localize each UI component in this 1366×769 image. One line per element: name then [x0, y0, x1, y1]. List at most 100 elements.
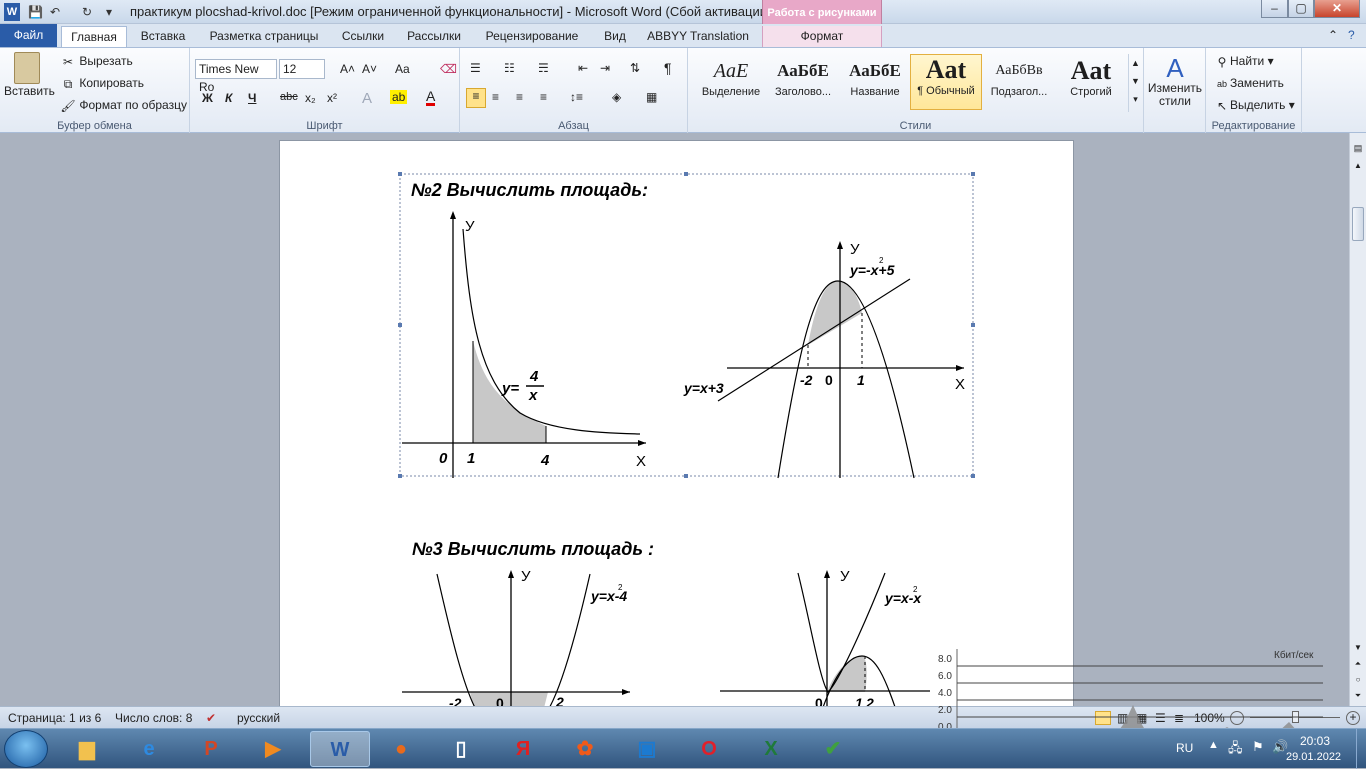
firefox-icon[interactable]: ●: [374, 731, 428, 767]
flag-tray-icon[interactable]: ⚑: [1252, 739, 1264, 755]
language-tray[interactable]: RU: [1176, 741, 1193, 755]
next-page-icon[interactable]: ⏷: [1352, 691, 1364, 701]
bullets-icon[interactable]: ☰: [470, 61, 481, 75]
network-tray-icon[interactable]: 🖧: [1228, 739, 1243, 761]
scroll-up-icon[interactable]: ▲: [1352, 161, 1364, 170]
align-left-icon[interactable]: ≡: [466, 88, 486, 108]
tab-review[interactable]: Рецензирование: [476, 26, 588, 47]
video-app-icon[interactable]: ✿: [558, 731, 612, 767]
network-globe-icon[interactable]: ✔: [806, 731, 860, 767]
redo-icon[interactable]: ↻: [82, 3, 92, 21]
format-painter-button[interactable]: 🖌 Формат по образцу: [60, 98, 187, 114]
word-taskbar-button[interactable]: W: [310, 731, 370, 767]
show-desktop-button[interactable]: [1356, 729, 1366, 769]
document-page[interactable]: №2 Вычислить площадь: У Х у= 4 x 0 1 4 У…: [279, 140, 1074, 706]
tab-view[interactable]: Вид: [594, 26, 636, 47]
tab-home[interactable]: Главная: [61, 26, 127, 47]
style-title[interactable]: АаБбЕ Название: [840, 56, 910, 106]
align-right-icon[interactable]: ≡: [516, 90, 523, 104]
superscript-button[interactable]: x²: [327, 91, 337, 105]
tab-abbyy[interactable]: ABBYY Translation: [642, 26, 754, 47]
clock-date[interactable]: 29.01.2022: [1286, 751, 1341, 763]
sort-icon[interactable]: ⇅: [630, 61, 640, 75]
browse-object-icon[interactable]: ○: [1352, 675, 1364, 684]
tray-expand-icon[interactable]: ▲: [1208, 739, 1219, 751]
tab-file[interactable]: Файл: [0, 24, 57, 47]
styles-scroll[interactable]: ▲ ▼ ▾: [1128, 54, 1142, 112]
excel-icon[interactable]: X: [744, 731, 798, 767]
paste-button[interactable]: Вставить: [4, 52, 55, 98]
minimize-button[interactable]: ‒: [1261, 0, 1288, 18]
bold-button[interactable]: Ж: [202, 91, 213, 105]
qat-dropdown-icon[interactable]: ▾: [106, 3, 112, 21]
internet-explorer-icon[interactable]: e: [122, 731, 176, 767]
yandex-icon[interactable]: Я: [496, 731, 550, 767]
change-case-button[interactable]: Aa: [395, 62, 410, 76]
proofing-icon[interactable]: ✔: [206, 711, 216, 725]
find-button[interactable]: ⚲ Найти ▾: [1214, 54, 1274, 70]
explorer-icon[interactable]: ▆: [60, 731, 114, 767]
maximize-button[interactable]: ▢: [1288, 0, 1314, 18]
help-collapse-icon[interactable]: ⌃: [1328, 28, 1338, 42]
start-button[interactable]: [4, 730, 48, 768]
copy-button[interactable]: ⧉ Копировать: [60, 76, 144, 92]
line-spacing-icon[interactable]: ↕≡: [570, 90, 583, 104]
tab-page-layout[interactable]: Разметка страницы: [200, 26, 328, 47]
save-icon[interactable]: 💾: [28, 3, 43, 21]
help-icon[interactable]: ?: [1348, 28, 1355, 42]
style-strong[interactable]: Aat Строгий: [1056, 56, 1126, 106]
select-button[interactable]: ↖ Выделить ▾: [1214, 98, 1295, 114]
shrink-font-button[interactable]: A˅: [362, 62, 377, 76]
zoom-in-icon[interactable]: +: [1346, 711, 1360, 725]
styles-group-label: Стили: [899, 120, 932, 132]
opera-icon[interactable]: O: [682, 731, 736, 767]
media-player-icon[interactable]: ▶: [246, 731, 300, 767]
language-indicator[interactable]: русский: [237, 711, 280, 725]
align-center-icon[interactable]: ≡: [492, 90, 499, 104]
font-color-icon[interactable]: A: [426, 89, 436, 106]
undo-icon[interactable]: ↶: [50, 3, 60, 21]
shading-icon[interactable]: ◈: [612, 90, 621, 104]
numbering-icon[interactable]: ☷: [504, 61, 515, 75]
increase-indent-icon[interactable]: ⇥: [600, 61, 610, 75]
ruler-toggle-icon[interactable]: ▤: [1352, 143, 1364, 155]
page-counter[interactable]: Страница: 1 из 6: [8, 711, 101, 725]
style-subtitle[interactable]: АаБбВв Подзагол...: [984, 56, 1054, 106]
scroll-down-icon[interactable]: ▼: [1352, 643, 1364, 652]
font-size-select[interactable]: 12: [279, 59, 325, 79]
clock-time[interactable]: 20:03: [1300, 734, 1330, 748]
show-marks-button[interactable]: ¶: [664, 60, 672, 76]
font-family-select[interactable]: Times New Ro: [195, 59, 277, 94]
text-effects-icon[interactable]: A: [362, 90, 372, 107]
decrease-indent-icon[interactable]: ⇤: [578, 61, 588, 75]
store-icon[interactable]: ▣: [620, 731, 674, 767]
style-emphasis[interactable]: AaE Выделение: [696, 56, 766, 106]
close-button[interactable]: ✕: [1314, 0, 1360, 18]
word-app-icon[interactable]: W: [4, 3, 20, 21]
borders-icon[interactable]: ▦: [646, 90, 657, 104]
tab-mailings[interactable]: Рассылки: [398, 26, 470, 47]
strikethrough-button[interactable]: abc: [280, 91, 298, 103]
multilevel-list-icon[interactable]: ☴: [538, 61, 549, 75]
tab-insert[interactable]: Вставка: [132, 26, 194, 47]
scroll-thumb[interactable]: [1352, 207, 1364, 241]
prev-page-icon[interactable]: ⏶: [1352, 659, 1364, 669]
subscript-button[interactable]: x₂: [305, 91, 316, 105]
document-icon[interactable]: ▯: [434, 731, 488, 767]
style-heading[interactable]: АаБбЕ Заголово...: [768, 56, 838, 106]
justify-icon[interactable]: ≡: [540, 90, 547, 104]
powerpoint-icon[interactable]: P: [184, 731, 238, 767]
word-count[interactable]: Число слов: 8: [115, 711, 192, 725]
grow-font-button[interactable]: A˄: [340, 62, 355, 76]
clear-format-icon[interactable]: ⌫: [440, 62, 457, 76]
vertical-scrollbar[interactable]: ▤ ▲ ▼ ⏶ ○ ⏷: [1349, 133, 1366, 706]
replace-button[interactable]: ab Заменить: [1214, 76, 1284, 92]
cut-button[interactable]: ✂ Вырезать: [60, 54, 133, 70]
underline-button[interactable]: Ч: [248, 91, 256, 105]
style-normal[interactable]: Aat ¶ Обычный: [910, 54, 982, 110]
tab-references[interactable]: Ссылки: [334, 26, 392, 47]
change-styles-button[interactable]: A Изменить стили: [1146, 54, 1204, 108]
highlight-icon[interactable]: ab: [390, 90, 408, 104]
tab-format[interactable]: Формат: [762, 26, 882, 47]
italic-button[interactable]: К: [225, 91, 232, 105]
